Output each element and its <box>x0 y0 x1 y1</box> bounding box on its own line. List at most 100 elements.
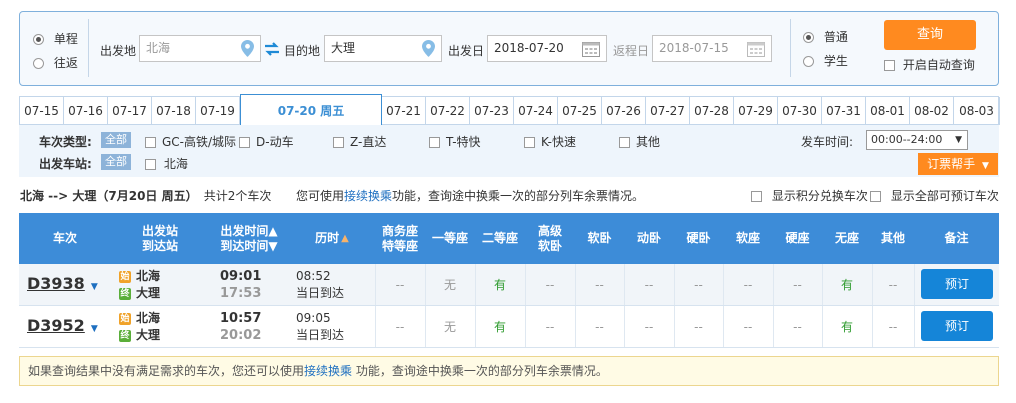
train-type-checkbox[interactable] <box>524 137 535 148</box>
tab-date[interactable]: 07-15 <box>20 97 64 125</box>
transfer-link[interactable]: 接续换乘 <box>344 189 392 203</box>
table-row: D3952 ▼ 始北海 终大理 10:57 20:02 09:05 当日到达 预订… <box>19 306 999 348</box>
train-number[interactable]: D3952 ▼ <box>27 316 98 335</box>
train-number[interactable]: D3938 ▼ <box>27 274 98 293</box>
col-deluxe-soft-sleeper: 高级 软卧 <box>537 223 562 253</box>
end-station-icon: 终 <box>119 329 131 342</box>
note-transfer-link[interactable]: 接续换乘 <box>304 364 352 378</box>
times: 10:57 20:02 <box>220 310 261 344</box>
col-no-seat: 无座 <box>834 231 859 245</box>
trip-round-option[interactable]: 往返 <box>33 54 78 71</box>
tab-date[interactable]: 07-30 <box>778 97 822 125</box>
return-date-input[interactable]: 2018-07-15 <box>652 35 772 62</box>
col-duration[interactable]: 历时 ▲ <box>289 213 375 264</box>
arrive-time: 20:02 <box>220 328 262 343</box>
train-type-checkbox[interactable] <box>619 137 630 148</box>
book-button[interactable]: 预订 <box>921 269 993 299</box>
passenger-normal-option[interactable]: 普通 <box>803 28 848 45</box>
booking-helper-label: 订票帮手 <box>927 157 976 171</box>
station-label: 出发车站: <box>39 157 92 171</box>
col-hard-seat: 硬座 <box>785 231 810 245</box>
expand-icon[interactable]: ▼ <box>91 282 98 292</box>
train-type-option[interactable]: GC-高铁/城际 <box>145 133 236 150</box>
tab-date[interactable]: 08-01 <box>866 97 910 125</box>
train-type-all[interactable]: 全部 <box>101 132 131 148</box>
points-checkbox[interactable] <box>751 191 762 202</box>
tab-date[interactable]: 07-26 <box>602 97 646 125</box>
booking-helper-button[interactable]: 订票帮手 ▼ <box>918 153 998 175</box>
trip-round-radio[interactable] <box>33 58 44 69</box>
station-all[interactable]: 全部 <box>101 154 131 170</box>
train-type-option[interactable]: D-动车 <box>239 133 294 150</box>
tab-date[interactable]: 07-17 <box>108 97 152 125</box>
col-business: 商务座 特等座 <box>381 223 418 253</box>
seat-availability: 无 <box>443 278 456 292</box>
arrival-day: 当日到达 <box>296 286 345 300</box>
calendar-icon[interactable] <box>582 41 600 57</box>
tab-date[interactable]: 07-20 周五 <box>240 94 382 126</box>
swap-icon[interactable] <box>264 42 280 56</box>
seat-availability: -- <box>694 319 703 334</box>
seat-availability: -- <box>595 319 604 334</box>
to-value: 大理 <box>331 41 356 55</box>
depart-date-input[interactable]: 2018-07-20 <box>487 35 607 62</box>
train-type-option[interactable]: 其他 <box>619 133 660 150</box>
column-divider <box>914 264 915 305</box>
train-type-option[interactable]: T-特快 <box>429 133 481 150</box>
train-type-checkbox[interactable] <box>333 137 344 148</box>
auto-query-option[interactable]: 开启自动查询 <box>884 56 975 73</box>
passenger-student-option[interactable]: 学生 <box>803 52 848 69</box>
depart-time-select[interactable]: 00:00--24:00 ▼ <box>866 130 968 150</box>
calendar-icon[interactable] <box>747 41 765 57</box>
seat-availability: -- <box>888 319 898 334</box>
from-input[interactable]: 北海 <box>139 35 261 62</box>
tab-date[interactable]: 07-16 <box>64 97 108 125</box>
tab-date[interactable]: 08-02 <box>910 97 954 125</box>
tab-date[interactable]: 07-21 <box>382 97 426 125</box>
expand-icon[interactable]: ▼ <box>91 324 98 334</box>
tab-date[interactable]: 07-27 <box>646 97 690 125</box>
trip-single-option[interactable]: 单程 <box>33 30 78 47</box>
tab-date[interactable]: 07-19 <box>196 97 240 125</box>
train-type-checkbox[interactable] <box>239 137 250 148</box>
station-checkbox[interactable] <box>145 159 156 170</box>
tab-date[interactable]: 07-18 <box>152 97 196 125</box>
bookable-checkbox[interactable] <box>870 191 881 202</box>
train-type-checkbox[interactable] <box>145 137 156 148</box>
tab-date[interactable]: 07-22 <box>426 97 470 125</box>
tab-date[interactable]: 07-24 <box>514 97 558 125</box>
col-motion-sleeper: 动卧 <box>636 231 661 245</box>
train-type-label: Z-直达 <box>350 135 387 149</box>
passenger-student-radio[interactable] <box>803 56 814 67</box>
option-bookable[interactable]: 显示全部可预订车次 <box>870 187 999 204</box>
seat-availability: 有 <box>840 320 853 334</box>
return-date-label: 返程日 <box>613 44 650 58</box>
trip-single-radio[interactable] <box>33 34 44 45</box>
tab-date[interactable]: 07-28 <box>690 97 734 125</box>
seat-availability: -- <box>793 319 802 334</box>
tab-date[interactable]: 07-29 <box>734 97 778 125</box>
tab-date[interactable]: 08-03 <box>954 97 1000 125</box>
station-option-beihai[interactable]: 北海 <box>145 155 188 172</box>
train-type-checkbox[interactable] <box>429 137 440 148</box>
train-type-option[interactable]: Z-直达 <box>333 133 386 150</box>
from-station: 北海 <box>136 311 161 325</box>
from-value: 北海 <box>146 41 171 55</box>
tab-date[interactable]: 07-25 <box>558 97 602 125</box>
filter-panel: 车次类型: 全部 GC-高铁/城际 D-动车 Z-直达 T-特快 K-快速 其他 出发车站… <box>19 125 999 177</box>
book-button[interactable]: 预订 <box>921 311 993 341</box>
query-button[interactable]: 查询 <box>884 20 976 50</box>
divider <box>790 19 791 77</box>
auto-query-checkbox[interactable] <box>884 60 895 71</box>
col-times[interactable]: 出发时间▲ 到达时间▼ <box>209 213 289 264</box>
passenger-normal-radio[interactable] <box>803 32 814 43</box>
note-text: 功能，查询途中换乘一次的部分列车余票情况。 <box>352 364 608 378</box>
trip-single-label: 单程 <box>53 32 78 46</box>
seat-availability: -- <box>793 277 802 292</box>
to-input[interactable]: 大理 <box>324 35 442 62</box>
train-type-option[interactable]: K-快速 <box>524 133 576 150</box>
seat-availability: -- <box>694 277 703 292</box>
option-points[interactable]: 显示积分兑换车次 <box>751 187 868 204</box>
tab-date[interactable]: 07-31 <box>822 97 866 125</box>
tab-date[interactable]: 07-23 <box>470 97 514 125</box>
